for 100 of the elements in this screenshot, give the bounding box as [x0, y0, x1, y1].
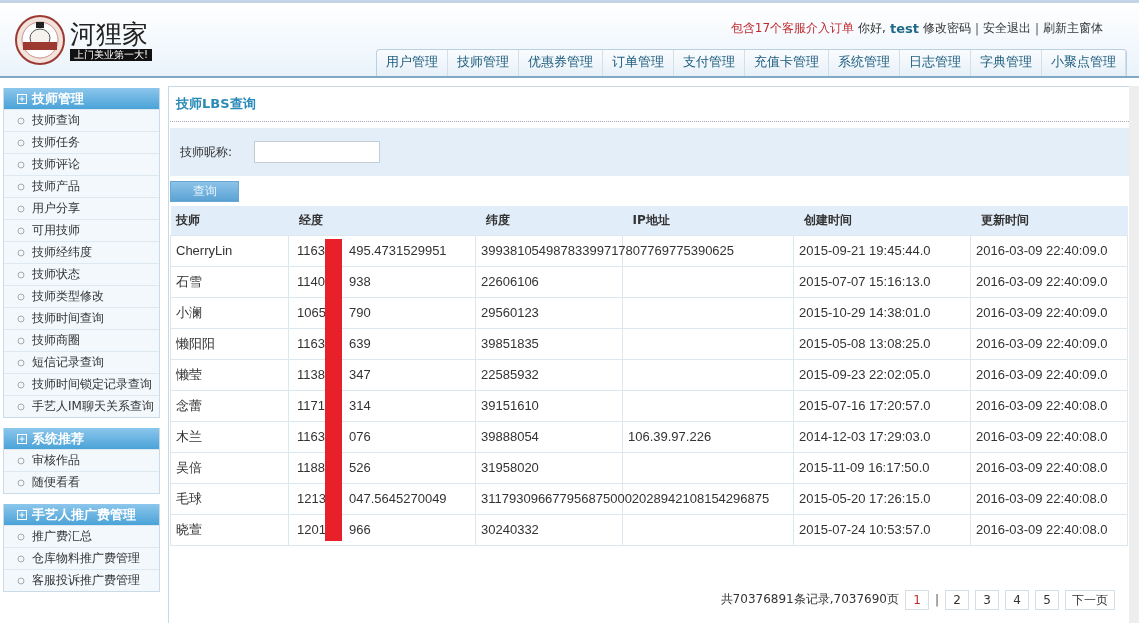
- table-cell: 3117930966779568750002028942108154296875: [481, 491, 770, 506]
- separator: |: [934, 592, 939, 607]
- sidebar-item[interactable]: 仓库物料推广费管理: [4, 547, 159, 569]
- sidebar-item[interactable]: 技师状态: [4, 263, 159, 285]
- sidebar-item[interactable]: 技师类型修改: [4, 285, 159, 307]
- sidebar-group-title: 手艺人推广费管理: [32, 505, 136, 524]
- sidebar-item[interactable]: 推广费汇总: [4, 525, 159, 547]
- header-link[interactable]: 安全退出: [982, 20, 1031, 37]
- nav-tab[interactable]: 系统管理: [829, 50, 900, 76]
- nav-tab[interactable]: 支付管理: [674, 50, 745, 76]
- table-cell: 2016-03-09 22:40:09.0: [976, 243, 1108, 258]
- table-cell-text: 1163: [297, 429, 326, 444]
- table-cell: 30240332: [481, 522, 539, 537]
- sidebar-item[interactable]: 技师评论: [4, 153, 159, 175]
- table-cell: 106.39.97.226: [628, 429, 712, 444]
- sidebar-item-label: 技师评论: [32, 156, 80, 173]
- scrollbar[interactable]: [1129, 86, 1139, 623]
- nav-tab[interactable]: 用户管理: [377, 50, 448, 76]
- nav-tab[interactable]: 日志管理: [900, 50, 971, 76]
- nav-tab[interactable]: 优惠券管理: [519, 50, 603, 76]
- table-cell-text: 1138: [297, 367, 326, 382]
- table-cell: 2015-11-09 16:17:50.0: [799, 460, 930, 475]
- table-cell: 2016-03-09 22:40:09.0: [976, 367, 1108, 382]
- username: test: [889, 21, 919, 36]
- bullet-icon: [17, 456, 25, 465]
- bullet-icon: [17, 226, 25, 235]
- nav-tab[interactable]: 充值卡管理: [745, 50, 829, 76]
- table-cell: 小澜: [176, 304, 202, 320]
- table-cell: 39938105498783399717807769775390625: [481, 243, 735, 258]
- table-cell: 懒阳阳: [176, 335, 215, 351]
- table-cell-text: 1163: [297, 243, 326, 258]
- sidebar-item-label: 推广费汇总: [32, 528, 92, 545]
- logo-emblem-icon: [14, 13, 66, 66]
- sidebar-item[interactable]: 客服投诉推广费管理: [4, 569, 159, 591]
- page-button[interactable]: 1: [904, 589, 929, 610]
- slogan: 上门美业第一大!: [70, 48, 152, 61]
- sidebar-item-label: 随便看看: [32, 474, 80, 491]
- table-cell: 22585932: [481, 367, 539, 382]
- table-cell: 懒莹: [176, 366, 202, 382]
- table-cell: 347: [349, 367, 371, 382]
- sidebar-item[interactable]: 技师时间锁定记录查询: [4, 373, 159, 395]
- table-cell: 2016-03-09 22:40:08.0: [976, 398, 1108, 413]
- sidebar-item[interactable]: 技师商圈: [4, 329, 159, 351]
- sidebar-group-title: 系统推荐: [32, 429, 84, 448]
- page-button[interactable]: 4: [1005, 589, 1029, 610]
- table-cell: 2016-03-09 22:40:09.0: [976, 336, 1108, 351]
- sidebar-item[interactable]: 审核作品: [4, 449, 159, 471]
- sidebar-group-title: 技师管理: [32, 89, 84, 108]
- table-cell: 2015-07-07 15:16:13.0: [799, 274, 931, 289]
- page-button[interactable]: 5: [1035, 589, 1059, 610]
- table-cell: 2015-05-08 13:08:25.0: [799, 336, 931, 351]
- bullet-icon: [17, 336, 25, 345]
- expand-icon: [17, 509, 27, 520]
- sidebar-item-label: 可用技师: [32, 222, 80, 239]
- bullet-icon: [17, 138, 25, 147]
- page-button[interactable]: 2: [945, 589, 969, 610]
- sidebar-item[interactable]: 技师查询: [4, 109, 159, 131]
- sidebar-item-label: 客服投诉推广费管理: [32, 572, 140, 589]
- table-cell: 639: [349, 336, 371, 351]
- table-cell: 938: [349, 274, 371, 289]
- nickname-field[interactable]: [254, 141, 381, 163]
- table-cell: 2015-09-21 19:45:44.0: [799, 243, 931, 258]
- sidebar-item-label: 技师查询: [32, 112, 80, 129]
- sidebar-item-label: 技师商圈: [32, 332, 80, 349]
- table-cell: 晓萱: [176, 521, 202, 537]
- table-cell: 2016-03-09 22:40:08.0: [976, 491, 1108, 506]
- sidebar-item-label: 仓库物料推广费管理: [32, 550, 140, 567]
- sidebar-item[interactable]: 技师任务: [4, 131, 159, 153]
- sidebar-item[interactable]: 技师时间查询: [4, 307, 159, 329]
- table-cell: 526: [349, 460, 371, 475]
- separator: |: [1034, 21, 1039, 36]
- sidebar-item[interactable]: 短信记录查询: [4, 351, 159, 373]
- page-button[interactable]: 下一页: [1065, 589, 1115, 610]
- nav-tab[interactable]: 技师管理: [448, 50, 519, 76]
- sidebar-item[interactable]: 技师经纬度: [4, 241, 159, 263]
- page-button[interactable]: 3: [975, 589, 999, 610]
- bullet-icon: [17, 380, 25, 389]
- header-link[interactable]: 刷新主窗体: [1043, 20, 1103, 37]
- table-cell-text: 1188: [297, 460, 326, 475]
- table-cell: 2015-07-16 17:20:57.0: [799, 398, 931, 413]
- header-link[interactable]: 修改密码: [922, 20, 971, 37]
- table-cell: 石雪: [176, 273, 202, 289]
- nav-tab[interactable]: 小聚点管理: [1042, 50, 1126, 76]
- column-header: 纬度: [475, 206, 623, 235]
- column-header: 更新时间: [970, 206, 1128, 235]
- table-cell: 2016-03-09 22:40:08.0: [976, 522, 1108, 537]
- sidebar-item[interactable]: 随便看看: [4, 471, 159, 493]
- notice-link[interactable]: 包含17个客服介入订单: [730, 20, 855, 37]
- column-header: 经度: [288, 206, 476, 235]
- sidebar-item[interactable]: 用户分享: [4, 197, 159, 219]
- table-cell: 22606106: [481, 274, 539, 289]
- sidebar-item[interactable]: 可用技师: [4, 219, 159, 241]
- nav-tab[interactable]: 订单管理: [603, 50, 674, 76]
- greeting: 你好,: [858, 20, 886, 37]
- sidebar-item[interactable]: 技师产品: [4, 175, 159, 197]
- table-cell: 39888054: [481, 429, 539, 444]
- table-cell-text: 1201: [297, 522, 327, 537]
- nav-tab[interactable]: 字典管理: [971, 50, 1042, 76]
- sidebar-item[interactable]: 手艺人IM聊天关系查询: [4, 395, 159, 417]
- brand-name: 河狸家: [70, 18, 148, 49]
